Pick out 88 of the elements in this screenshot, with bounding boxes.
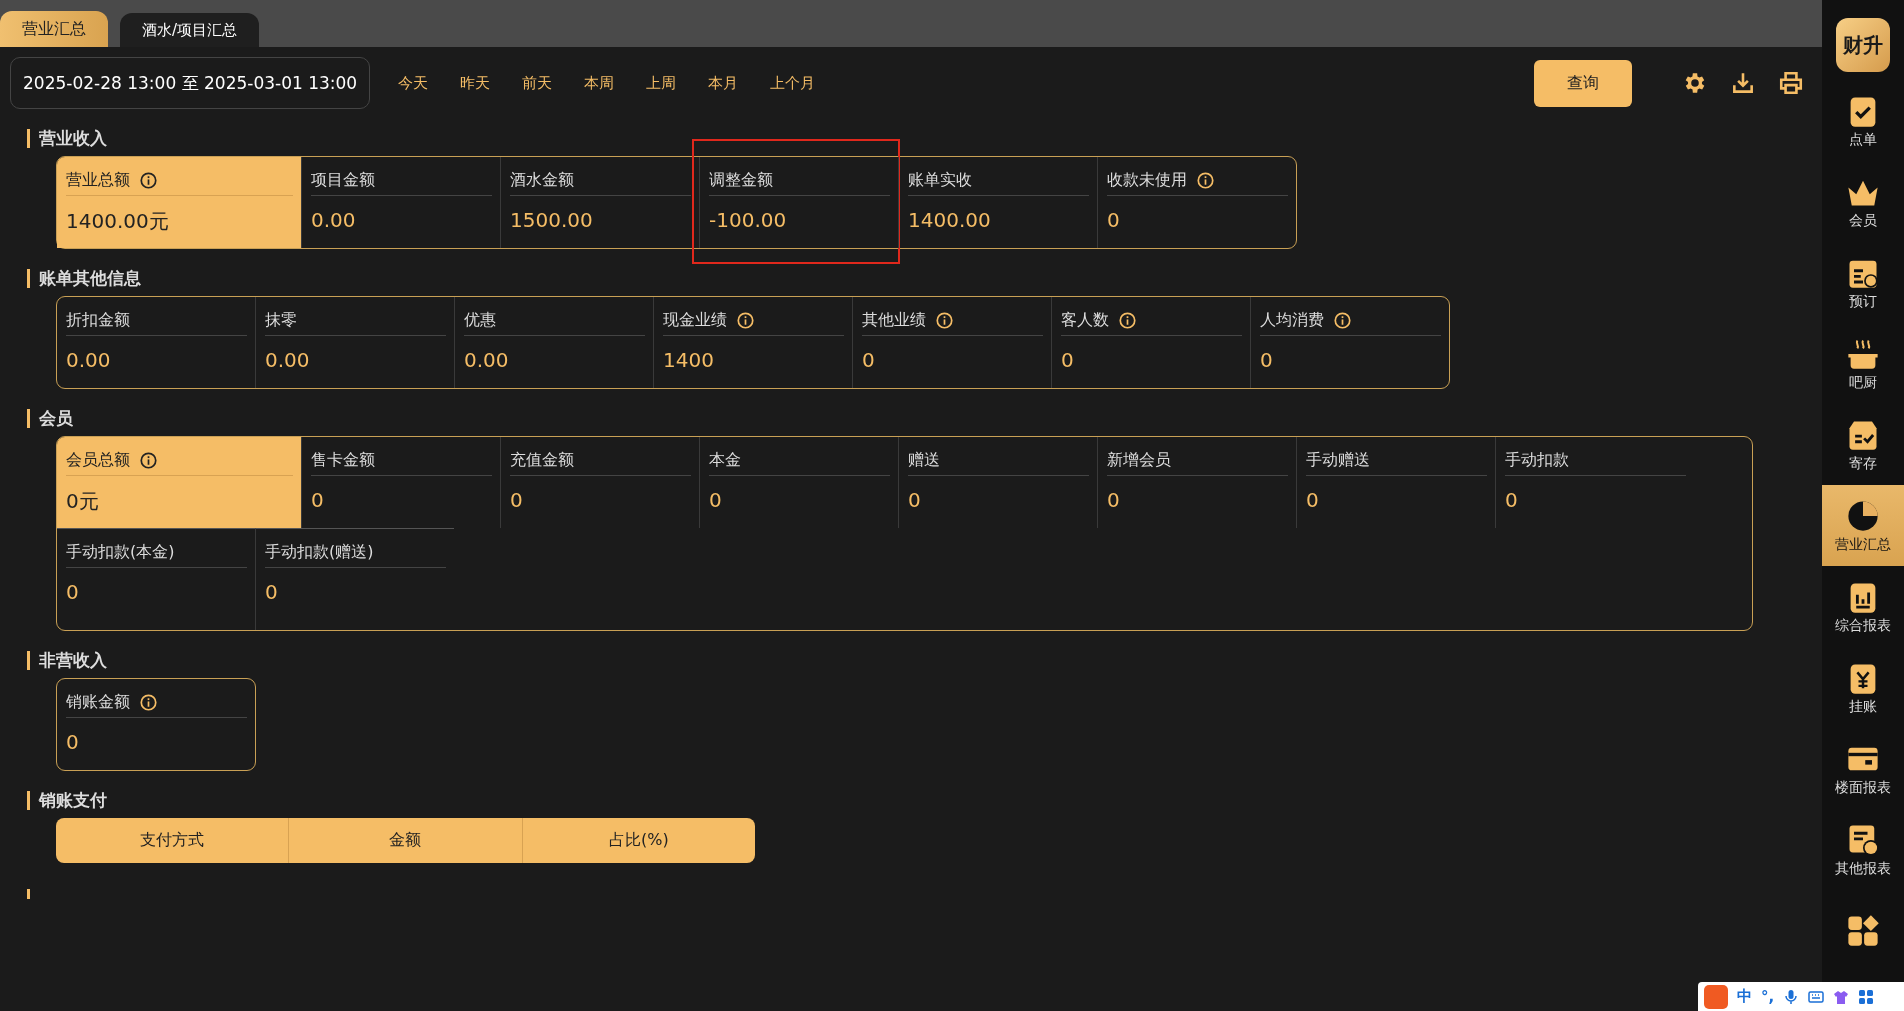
metric-value: 0: [265, 579, 279, 606]
metric-value: 0.00: [311, 207, 357, 234]
sidebar-item[interactable]: 营业汇总: [1822, 485, 1904, 566]
metric-value: 0: [1107, 207, 1121, 234]
metric-value: 0: [66, 579, 80, 606]
metric-value: 0.00: [464, 347, 510, 374]
download-icon[interactable]: [1730, 70, 1756, 96]
section-heading: 营业收入: [27, 129, 107, 148]
metric-label: 现金业绩: [663, 309, 727, 331]
sidebar-item[interactable]: 其他报表: [1822, 809, 1904, 890]
sidebar-item[interactable]: 预订: [1822, 242, 1904, 323]
column-header: 金额: [288, 818, 522, 863]
metric-label: 调整金额: [709, 169, 773, 191]
app-logo: 财升: [1836, 18, 1890, 72]
metric-value: 0: [66, 729, 80, 756]
metric-label: 赠送: [908, 449, 940, 471]
metric-label: 账单实收: [908, 169, 972, 191]
metric-label: 客人数: [1061, 309, 1109, 331]
metric-label: 销账金额: [66, 691, 130, 713]
metric-label: 其他业绩: [862, 309, 926, 331]
column-header: 占比(%): [521, 818, 755, 863]
metric-value: 0.00: [66, 347, 112, 374]
metric-value: 0: [510, 487, 524, 514]
section-heading: 账单其他信息: [27, 269, 141, 288]
metric-value: -100.00: [709, 207, 788, 234]
metric-value: 1400.00元: [66, 208, 170, 235]
quick-range-link[interactable]: 上个月: [766, 73, 820, 93]
metric-value: 0: [1260, 347, 1274, 374]
quick-range-link[interactable]: 今天: [394, 73, 433, 93]
metric-label: 营业总额: [66, 169, 130, 191]
section-heading: 会员: [27, 409, 73, 428]
metric-value: 1500.00: [510, 207, 594, 234]
metric-label: 新增会员: [1107, 449, 1171, 471]
metric-label: 手动扣款: [1505, 449, 1569, 471]
sidebar-item[interactable]: 综合报表: [1822, 566, 1904, 647]
metric-label: 人均消费: [1260, 309, 1324, 331]
quick-range-link[interactable]: 昨天: [456, 73, 495, 93]
metric-label: 售卡金额: [311, 449, 375, 471]
metric-label: 手动赠送: [1306, 449, 1370, 471]
sidebar-item[interactable]: 寄存: [1822, 404, 1904, 485]
metric-value: 0: [862, 347, 876, 374]
metric-label: 手动扣款(赠送): [265, 541, 374, 563]
metric-value: 0元: [66, 488, 100, 515]
metric-value: 0: [709, 487, 723, 514]
metric-value: 0: [1107, 487, 1121, 514]
metric-value: 0: [1306, 487, 1320, 514]
quick-range-link[interactable]: 上周: [642, 73, 681, 93]
metric-label: 手动扣款(本金): [66, 541, 175, 563]
column-header: 支付方式: [139, 829, 206, 851]
metric-label: 本金: [709, 449, 741, 471]
quick-range-link[interactable]: 本周: [580, 73, 619, 93]
info-icon[interactable]: [140, 171, 157, 189]
sidebar-item[interactable]: 挂账: [1822, 647, 1904, 728]
metric-value: 0: [908, 487, 922, 514]
sidebar-item[interactable]: 楼面报表: [1822, 728, 1904, 809]
metric-value: 0.00: [265, 347, 311, 374]
metric-label: 项目金额: [311, 169, 375, 191]
quick-range-link[interactable]: 前天: [518, 73, 557, 93]
query-button[interactable]: 查询: [1534, 59, 1632, 107]
section-heading: 非营收入: [27, 651, 107, 670]
metric-label: 折扣金额: [66, 309, 130, 331]
sidebar-item[interactable]: 会员: [1822, 161, 1904, 242]
keyboard-icon[interactable]: [1808, 988, 1825, 1005]
metric-label: 收款未使用: [1107, 169, 1187, 191]
shirt-icon[interactable]: [1833, 988, 1850, 1005]
info-icon[interactable]: [140, 451, 157, 469]
quick-range-link[interactable]: 本月: [704, 73, 743, 93]
sidebar-item[interactable]: 吧厨: [1822, 323, 1904, 404]
metric-value: 0: [311, 487, 325, 514]
apps-grid-icon[interactable]: [1858, 988, 1875, 1005]
metric-value: 1400.00: [908, 207, 992, 234]
metric-label: 会员总额: [66, 449, 130, 471]
metric-value: 0: [1505, 487, 1519, 514]
tab[interactable]: 营业汇总: [0, 11, 108, 47]
print-icon[interactable]: [1778, 70, 1804, 96]
metric-value: 1400: [663, 347, 715, 374]
tab[interactable]: 酒水/项目汇总: [120, 13, 260, 47]
sidebar-item[interactable]: 点单: [1822, 80, 1904, 161]
metric-label: 优惠: [464, 309, 496, 331]
punctuation-toggle[interactable]: °,: [1761, 987, 1775, 1006]
date-range-field[interactable]: 2025-02-28 13:00 至 2025-03-01 13:00: [10, 57, 371, 109]
metric-value: 0: [1061, 347, 1075, 374]
metric-label: 酒水金额: [510, 169, 574, 191]
metric-label: 充值金额: [510, 449, 574, 471]
input-mode-toggle[interactable]: 中: [1737, 987, 1752, 1006]
microphone-icon[interactable]: [1783, 988, 1800, 1005]
metric-label: 抹零: [265, 309, 297, 331]
section-heading: 销账支付: [27, 791, 107, 810]
